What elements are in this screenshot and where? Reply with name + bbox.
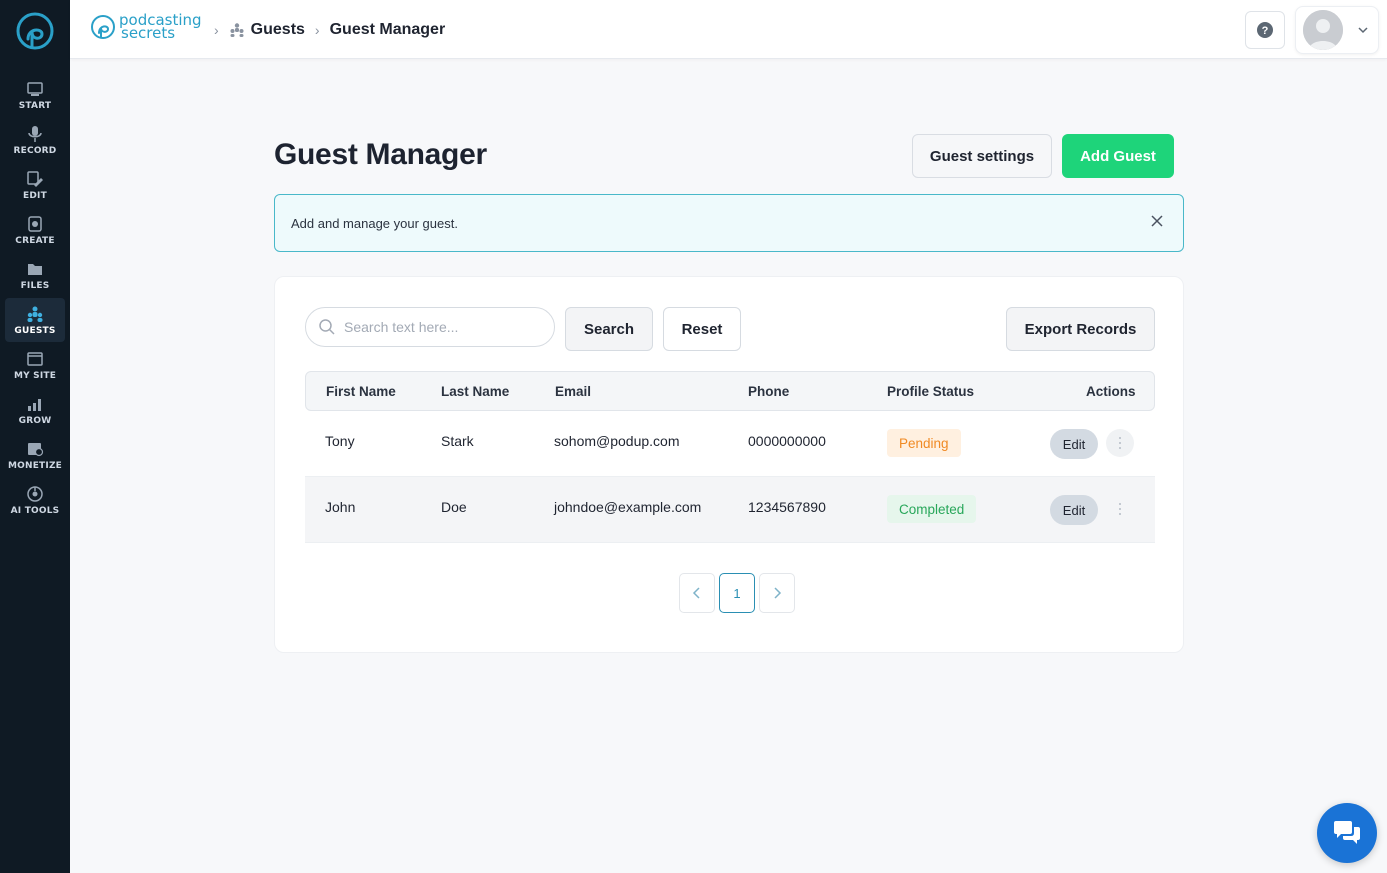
sidebar-item-label: MONETIZE: [7, 460, 63, 471]
cell-email: sohom@podup.com: [554, 433, 680, 449]
next-page-button[interactable]: [759, 573, 795, 613]
files-icon: [28, 263, 42, 275]
column-header-profile-status[interactable]: Profile Status: [887, 384, 974, 399]
sidebar-item-label: CREATE: [15, 235, 55, 246]
question-icon: ?: [1257, 22, 1273, 38]
more-vertical-icon: [1119, 437, 1121, 449]
edit-button[interactable]: Edit: [1050, 495, 1098, 525]
sidebar-item-label: FILES: [20, 280, 50, 291]
sidebar-item-record[interactable]: RECORD: [5, 118, 65, 162]
brand-text: podcasting secrets: [119, 13, 202, 41]
user-menu[interactable]: [1295, 6, 1379, 54]
sidebar-item-files[interactable]: FILES: [5, 253, 65, 297]
status-badge: Pending: [887, 429, 961, 457]
close-notice-button[interactable]: [1147, 211, 1167, 231]
sidebar-item-label: EDIT: [23, 190, 47, 201]
chevron-left-icon: [692, 587, 700, 599]
site-icon: [27, 351, 43, 366]
create-icon: [28, 215, 42, 232]
brand-logo[interactable]: podcasting secrets: [90, 12, 202, 42]
svg-text:?: ?: [1262, 25, 1269, 37]
search-button[interactable]: Search: [565, 307, 653, 351]
page-number-button[interactable]: 1: [719, 573, 755, 613]
sidebar-item-my-site[interactable]: MY SITE: [5, 343, 65, 387]
cell-last-name: Doe: [441, 499, 467, 515]
reset-button[interactable]: Reset: [663, 307, 741, 351]
add-guest-button[interactable]: Add Guest: [1062, 134, 1174, 178]
notice-text: Add and manage your guest.: [291, 215, 458, 231]
top-bar: podcasting secrets › Guests › Guest Mana…: [70, 0, 1387, 59]
sidebar-item-label: MY SITE: [13, 370, 57, 381]
ai-tools-icon: [27, 485, 43, 502]
sidebar-item-grow[interactable]: GROW: [5, 388, 65, 432]
cell-first-name: John: [325, 499, 356, 515]
guest-settings-button[interactable]: Guest settings: [912, 134, 1052, 178]
table-row: Tony Stark sohom@podup.com 0000000000 Pe…: [305, 411, 1155, 477]
grow-icon: [28, 398, 41, 411]
sidebar-item-monetize[interactable]: MONETIZE: [5, 433, 65, 477]
cell-phone: 1234567890: [748, 499, 826, 515]
sidebar-item-start[interactable]: START: [5, 73, 65, 117]
column-header-last-name[interactable]: Last Name: [441, 384, 509, 399]
more-vertical-icon: [1119, 503, 1121, 515]
avatar: [1303, 10, 1343, 50]
column-header-actions: Actions: [1086, 384, 1136, 399]
guests-icon: [27, 306, 43, 322]
breadcrumb: › Guests › Guest Manager: [204, 0, 445, 59]
cell-email: johndoe@example.com: [554, 499, 702, 515]
search-icon: [319, 319, 335, 335]
breadcrumb-guest-manager: Guest Manager: [329, 20, 446, 38]
breadcrumb-guests[interactable]: Guests: [251, 21, 305, 39]
sidebar-item-edit[interactable]: EDIT: [5, 163, 65, 207]
previous-page-button[interactable]: [679, 573, 715, 613]
close-icon: [1151, 215, 1163, 227]
column-header-email[interactable]: Email: [555, 384, 591, 399]
brand-mark-icon: [91, 15, 115, 39]
guest-table-card: Search Reset Export Records First Name L…: [274, 276, 1184, 653]
export-records-button[interactable]: Export Records: [1006, 307, 1155, 351]
more-options-button[interactable]: [1106, 495, 1134, 523]
sidebar-item-ai-tools[interactable]: AI TOOLS: [5, 478, 65, 522]
sidebar-item-label: START: [18, 100, 52, 111]
cell-first-name: Tony: [325, 433, 355, 449]
page-title: Guest Manager: [274, 138, 487, 171]
chat-icon: [1334, 821, 1360, 844]
status-badge: Completed: [887, 495, 977, 523]
column-header-first-name[interactable]: First Name: [326, 384, 396, 399]
table-row: John Doe johndoe@example.com 1234567890 …: [305, 477, 1155, 543]
microphone-icon: [28, 125, 42, 142]
sidebar-item-label: RECORD: [13, 145, 57, 156]
app-logo-icon[interactable]: [14, 10, 56, 52]
sidebar: START RECORD EDIT CREATE FILES GUESTS MY…: [0, 0, 70, 873]
sidebar-item-label: AI TOOLS: [10, 505, 60, 516]
sidebar-item-guests[interactable]: GUESTS: [5, 298, 65, 342]
more-options-button[interactable]: [1106, 429, 1134, 457]
help-button[interactable]: ?: [1245, 11, 1285, 49]
info-notice: Add and manage your guest.: [274, 194, 1184, 252]
guests-icon: [230, 22, 244, 37]
start-icon: [27, 81, 43, 96]
search-input[interactable]: [344, 319, 544, 335]
sidebar-item-create[interactable]: CREATE: [5, 208, 65, 252]
cell-last-name: Stark: [441, 433, 474, 449]
chevron-right-icon: ›: [214, 21, 219, 38]
sidebar-item-label: GUESTS: [14, 325, 56, 336]
column-header-phone[interactable]: Phone: [748, 384, 789, 399]
chevron-right-icon: [774, 587, 782, 599]
cell-phone: 0000000000: [748, 433, 826, 449]
edit-icon: [27, 170, 43, 187]
chat-support-button[interactable]: [1317, 803, 1377, 863]
search-box: [305, 307, 555, 347]
chevron-down-icon: [1358, 27, 1368, 34]
sidebar-item-label: GROW: [18, 415, 52, 426]
edit-button[interactable]: Edit: [1050, 429, 1098, 459]
chevron-right-icon: ›: [314, 21, 320, 38]
table-header: First Name Last Name Email Phone Profile…: [305, 371, 1155, 411]
monetize-icon: [28, 442, 44, 456]
user-avatar-icon: [1303, 10, 1343, 50]
